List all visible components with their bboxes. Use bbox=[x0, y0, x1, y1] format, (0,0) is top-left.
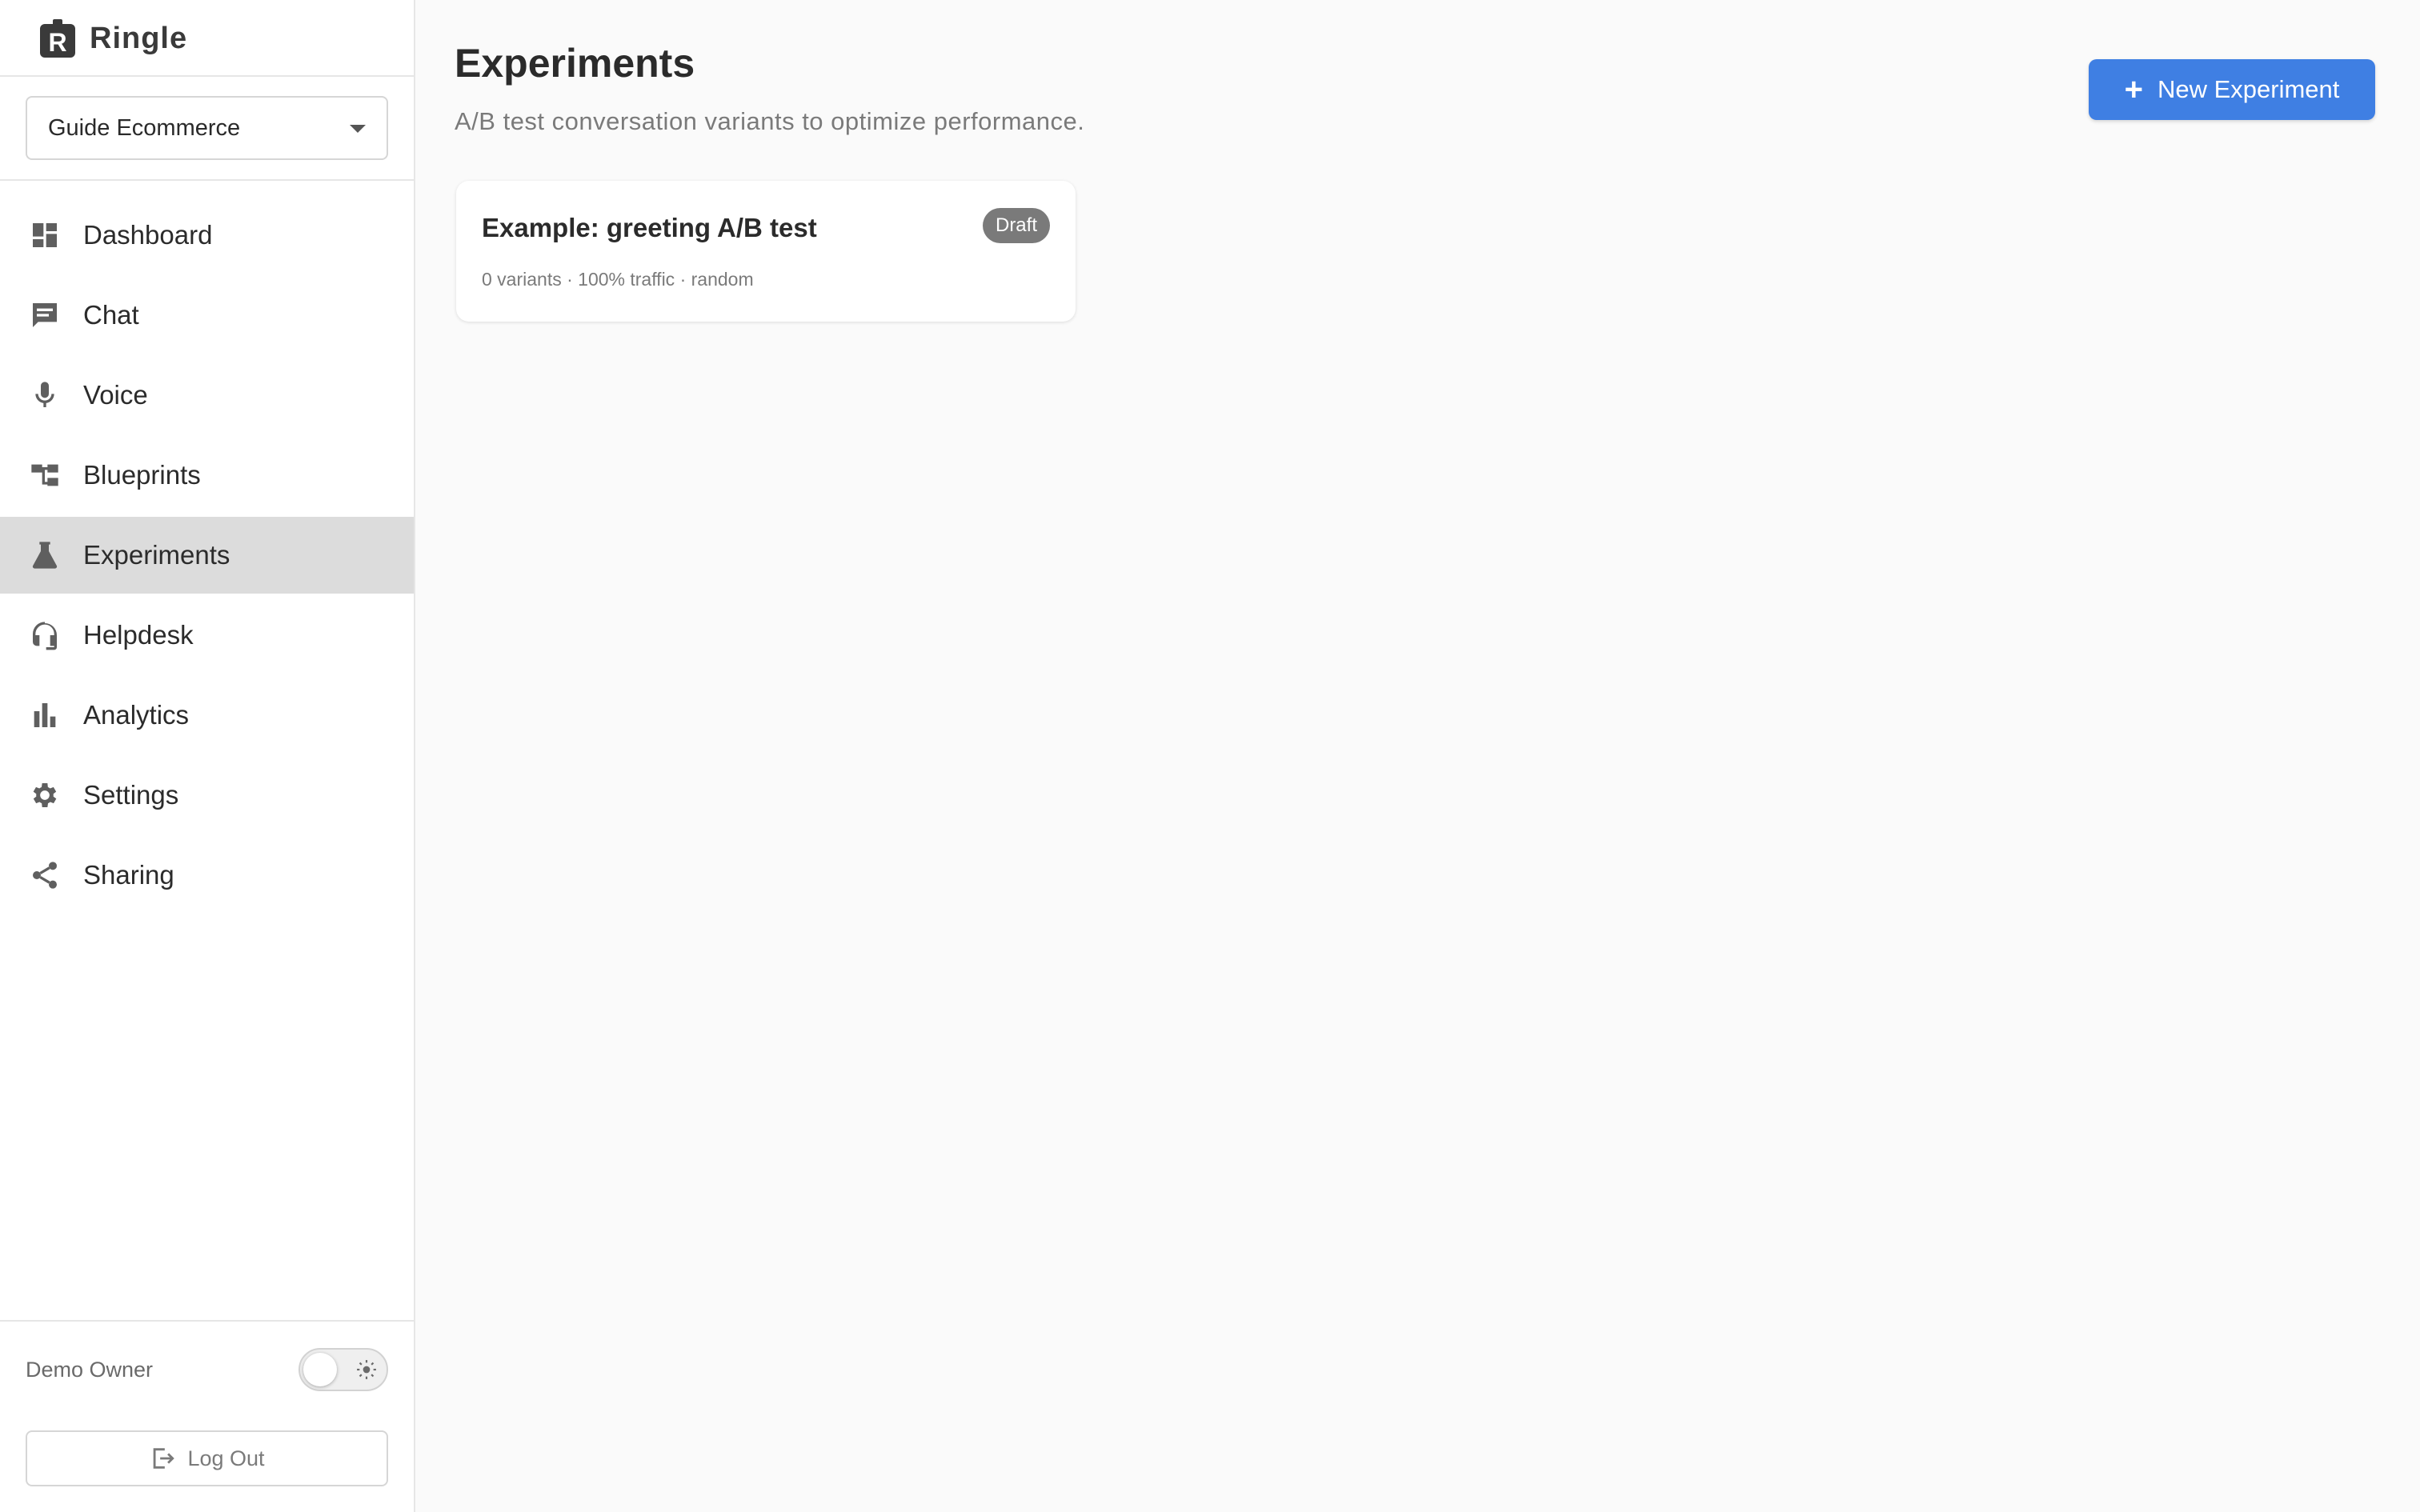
chat-icon bbox=[27, 298, 62, 333]
toggle-knob bbox=[303, 1353, 337, 1386]
sidebar-item-blueprints[interactable]: Blueprints bbox=[0, 437, 414, 514]
sidebar-item-label: Analytics bbox=[83, 700, 190, 730]
sidebar-item-dashboard[interactable]: Dashboard bbox=[0, 197, 414, 274]
sidebar-item-label: Experiments bbox=[83, 540, 230, 570]
status-badge: Draft bbox=[982, 208, 1050, 243]
new-experiment-button[interactable]: + New Experiment bbox=[2089, 59, 2375, 120]
sidebar: R Ringle Guide Ecommerce Dashboard Chat … bbox=[0, 0, 415, 1512]
ringle-logo-icon: R bbox=[40, 19, 75, 58]
divider bbox=[0, 75, 414, 77]
theme-toggle[interactable] bbox=[298, 1348, 388, 1391]
sidebar-item-label: Chat bbox=[83, 300, 139, 330]
sidebar-item-label: Voice bbox=[83, 380, 148, 410]
sidebar-item-label: Settings bbox=[83, 780, 179, 810]
sidebar-item-sharing[interactable]: Sharing bbox=[0, 837, 414, 914]
share-icon bbox=[27, 858, 62, 893]
blueprints-icon bbox=[27, 458, 62, 493]
sidebar-item-experiments[interactable]: Experiments bbox=[0, 517, 414, 594]
sidebar-item-voice[interactable]: Voice bbox=[0, 357, 414, 434]
sidebar-item-label: Dashboard bbox=[83, 220, 213, 250]
gear-icon bbox=[27, 778, 62, 813]
user-name: Demo Owner bbox=[26, 1357, 154, 1382]
headset-icon bbox=[27, 618, 62, 653]
divider bbox=[0, 179, 414, 181]
page-title: Experiments bbox=[455, 41, 695, 86]
sidebar-item-label: Helpdesk bbox=[83, 620, 194, 650]
brand[interactable]: R Ringle bbox=[38, 16, 187, 61]
logout-icon bbox=[154, 1448, 175, 1469]
flask-icon bbox=[27, 538, 62, 573]
experiment-meta: 0 variants · 100% traffic · random bbox=[482, 269, 754, 290]
bar-chart-icon bbox=[27, 698, 62, 733]
sidebar-item-label: Sharing bbox=[83, 860, 174, 890]
logout-label: Log Out bbox=[187, 1446, 265, 1470]
caret-down-icon bbox=[350, 125, 366, 133]
sidebar-item-chat[interactable]: Chat bbox=[0, 277, 414, 354]
dashboard-icon bbox=[27, 218, 62, 253]
new-experiment-label: New Experiment bbox=[2157, 75, 2340, 103]
workspace-selected: Guide Ecommerce bbox=[48, 114, 241, 141]
app-name: Ringle bbox=[90, 21, 188, 55]
sidebar-item-analytics[interactable]: Analytics bbox=[0, 677, 414, 754]
plus-icon: + bbox=[2124, 72, 2143, 107]
sidebar-item-label: Blueprints bbox=[83, 460, 201, 490]
sidebar-nav: Dashboard Chat Voice Blueprints Experime… bbox=[0, 197, 414, 917]
logout-button[interactable]: Log Out bbox=[26, 1430, 388, 1486]
microphone-icon bbox=[27, 378, 62, 413]
workspace-selector[interactable]: Guide Ecommerce bbox=[26, 96, 388, 160]
sidebar-item-settings[interactable]: Settings bbox=[0, 757, 414, 834]
sun-icon bbox=[357, 1360, 376, 1379]
divider bbox=[0, 1320, 414, 1322]
experiment-card[interactable]: Example: greeting A/B test Draft 0 varia… bbox=[456, 181, 1076, 322]
svg-text:R: R bbox=[48, 28, 66, 57]
user-row: Demo Owner bbox=[26, 1344, 388, 1395]
experiment-title: Example: greeting A/B test bbox=[482, 213, 817, 242]
page-subtitle: A/B test conversation variants to optimi… bbox=[455, 107, 1085, 135]
sidebar-item-helpdesk[interactable]: Helpdesk bbox=[0, 597, 414, 674]
